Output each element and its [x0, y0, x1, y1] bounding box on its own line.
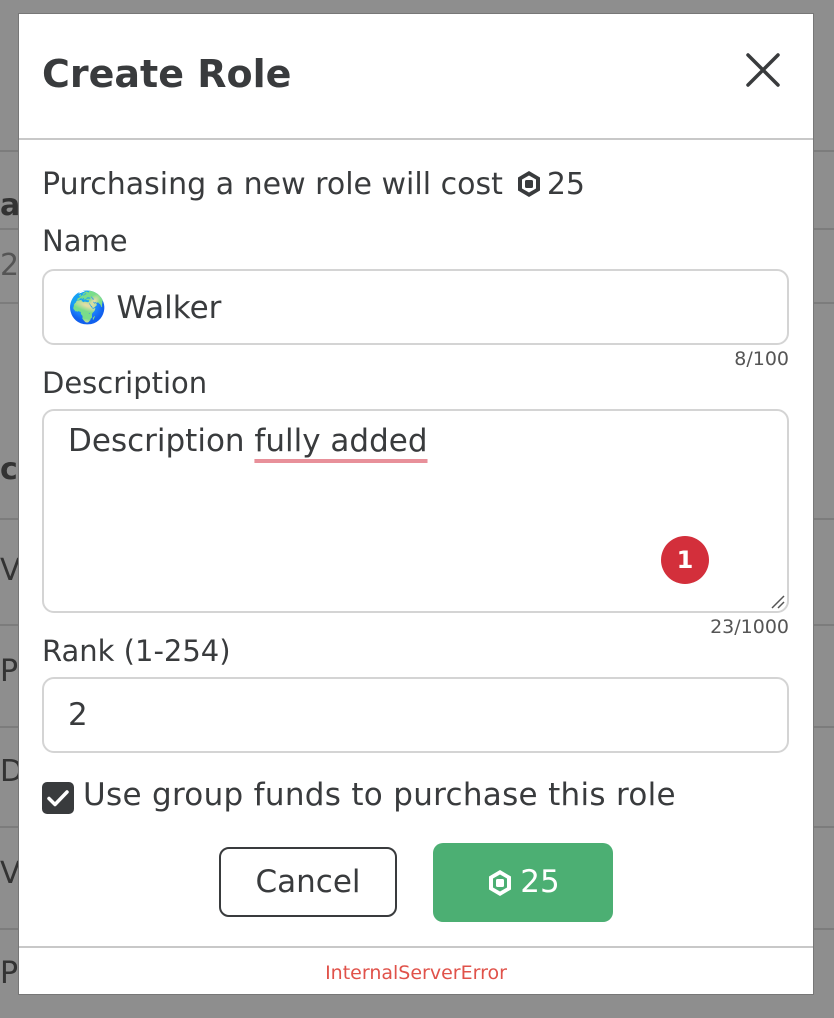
- robux-icon: [517, 171, 540, 197]
- cost-notice: Purchasing a new role will cost 25: [42, 167, 585, 202]
- rank-value: 2: [68, 697, 88, 733]
- use-group-funds-checkbox[interactable]: [42, 782, 74, 814]
- description-label: Description: [42, 366, 208, 400]
- bg-text: P: [0, 654, 19, 689]
- purchase-amount: 25: [520, 864, 560, 900]
- description-char-counter: 23/1000: [710, 616, 789, 638]
- spellcheck-flagged-text: fully added: [254, 423, 428, 459]
- name-input[interactable]: 🌍 Walker: [42, 269, 789, 345]
- name-value: Walker: [116, 290, 222, 326]
- purchase-role-button[interactable]: 25: [433, 843, 613, 922]
- error-message: InternalServerError: [325, 962, 507, 984]
- description-value: Description: [68, 423, 255, 459]
- create-role-modal: Create Role Purchasing a new role will c…: [18, 13, 814, 995]
- resize-handle-icon[interactable]: [769, 593, 785, 609]
- globe-emoji: 🌍: [68, 290, 107, 326]
- rank-input[interactable]: 2: [42, 677, 789, 753]
- cost-text: Purchasing a new role will cost: [42, 167, 503, 202]
- grammar-issue-badge[interactable]: 1: [661, 536, 709, 584]
- name-label: Name: [42, 224, 128, 258]
- modal-header: Create Role: [19, 14, 813, 140]
- checkmark-icon: [47, 790, 69, 807]
- description-textarea[interactable]: Description fully added 1: [42, 409, 789, 613]
- robux-icon: [489, 870, 512, 896]
- cost-amount: 25: [546, 167, 586, 202]
- rank-label: Rank (1-254): [42, 634, 231, 668]
- name-char-counter: 8/100: [734, 348, 789, 370]
- bg-text: 2: [0, 248, 20, 283]
- close-icon[interactable]: [743, 50, 783, 90]
- bg-text: P: [0, 956, 19, 991]
- modal-title: Create Role: [42, 52, 292, 96]
- bg-text: c: [0, 452, 18, 487]
- modal-footer: InternalServerError: [19, 946, 813, 994]
- cancel-button[interactable]: Cancel: [219, 847, 397, 917]
- use-group-funds-label[interactable]: Use group funds to purchase this role: [83, 777, 676, 813]
